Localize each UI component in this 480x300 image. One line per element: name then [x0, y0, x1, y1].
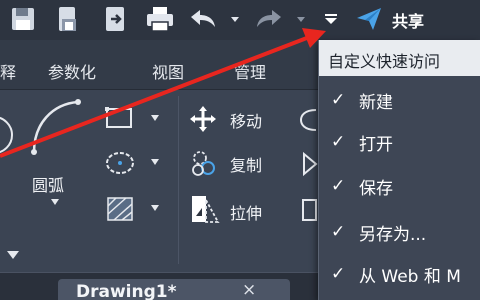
check-icon: ✓ [331, 264, 346, 284]
redo-dropdown-icon[interactable] [294, 4, 308, 34]
hatch-tool-icon[interactable] [106, 196, 134, 222]
customize-dropdown-icon[interactable] [320, 4, 342, 34]
menu-item-open[interactable]: ✓ 打开 [319, 122, 480, 162]
rectangle-dropdown-icon[interactable] [150, 114, 160, 122]
menu-item-label: 另存为... [359, 224, 427, 245]
menu-item-save[interactable]: ✓ 保存 [319, 166, 480, 206]
redo-icon[interactable] [252, 4, 286, 34]
menu-item-label: 打开 [359, 134, 393, 155]
check-icon: ✓ [331, 176, 346, 196]
circle-tool-icon[interactable] [0, 110, 14, 160]
tab-annotate[interactable]: 释 [0, 59, 16, 83]
menu-header: 自定义快速访问 [319, 40, 480, 76]
rectangle-tool-icon[interactable] [104, 106, 134, 130]
tab-manage[interactable]: 管理 [234, 59, 266, 83]
menu-item-label: 保存 [359, 178, 393, 199]
hatch-dropdown-icon[interactable] [150, 204, 160, 212]
export-icon[interactable] [98, 4, 132, 34]
rotate-icon[interactable] [298, 106, 318, 134]
menu-item-save-as[interactable]: ✓ 另存为... [319, 212, 480, 252]
menu-item-label: 从 Web 和 M [359, 266, 461, 287]
menu-item-label: 新建 [359, 92, 393, 113]
arc-label[interactable]: 圆弧 [32, 172, 64, 196]
undo-dropdown-icon[interactable] [228, 4, 242, 34]
scale-icon[interactable] [300, 196, 318, 224]
share-icon[interactable] [352, 4, 386, 34]
share-label[interactable]: 共享 [392, 8, 424, 32]
file-tab-title: Drawing1* [76, 282, 177, 300]
quick-access-toolbar: 共享 [0, 0, 480, 40]
check-icon: ✓ [331, 222, 346, 242]
file-tab-drawing1[interactable]: Drawing1* × [58, 279, 290, 300]
copy-label[interactable]: 复制 [230, 152, 262, 176]
menu-item-new[interactable]: ✓ 新建 [319, 80, 480, 120]
panel-expand-icon[interactable] [6, 250, 20, 260]
ribbon-divider [178, 96, 179, 264]
move-icon[interactable] [188, 104, 218, 134]
move-label[interactable]: 移动 [230, 108, 262, 132]
undo-icon[interactable] [186, 4, 220, 34]
mirror-icon[interactable] [300, 150, 318, 178]
save-icon[interactable] [6, 4, 40, 34]
ellipse-dropdown-icon[interactable] [150, 158, 160, 166]
menu-item-from-web-and-mobile[interactable]: ✓ 从 Web 和 M [319, 254, 480, 294]
close-icon[interactable]: × [242, 280, 256, 300]
arc-dropdown-icon[interactable] [50, 198, 60, 206]
ellipse-tool-icon[interactable] [104, 150, 136, 176]
stretch-label[interactable]: 拉伸 [230, 200, 262, 224]
print-icon[interactable] [142, 4, 178, 34]
tab-view[interactable]: 视图 [152, 59, 184, 83]
arc-tool-icon[interactable] [28, 96, 84, 158]
tab-parametric[interactable]: 参数化 [48, 59, 96, 83]
save-as-icon[interactable] [52, 4, 84, 34]
check-icon: ✓ [331, 132, 346, 152]
copy-icon[interactable] [190, 148, 218, 178]
check-icon: ✓ [331, 90, 346, 110]
stretch-icon[interactable] [190, 194, 220, 224]
customize-quick-access-menu: 自定义快速访问 ✓ 新建 ✓ 打开 ✓ 保存 ✓ 另存为... ✓ 从 Web … [318, 40, 480, 300]
